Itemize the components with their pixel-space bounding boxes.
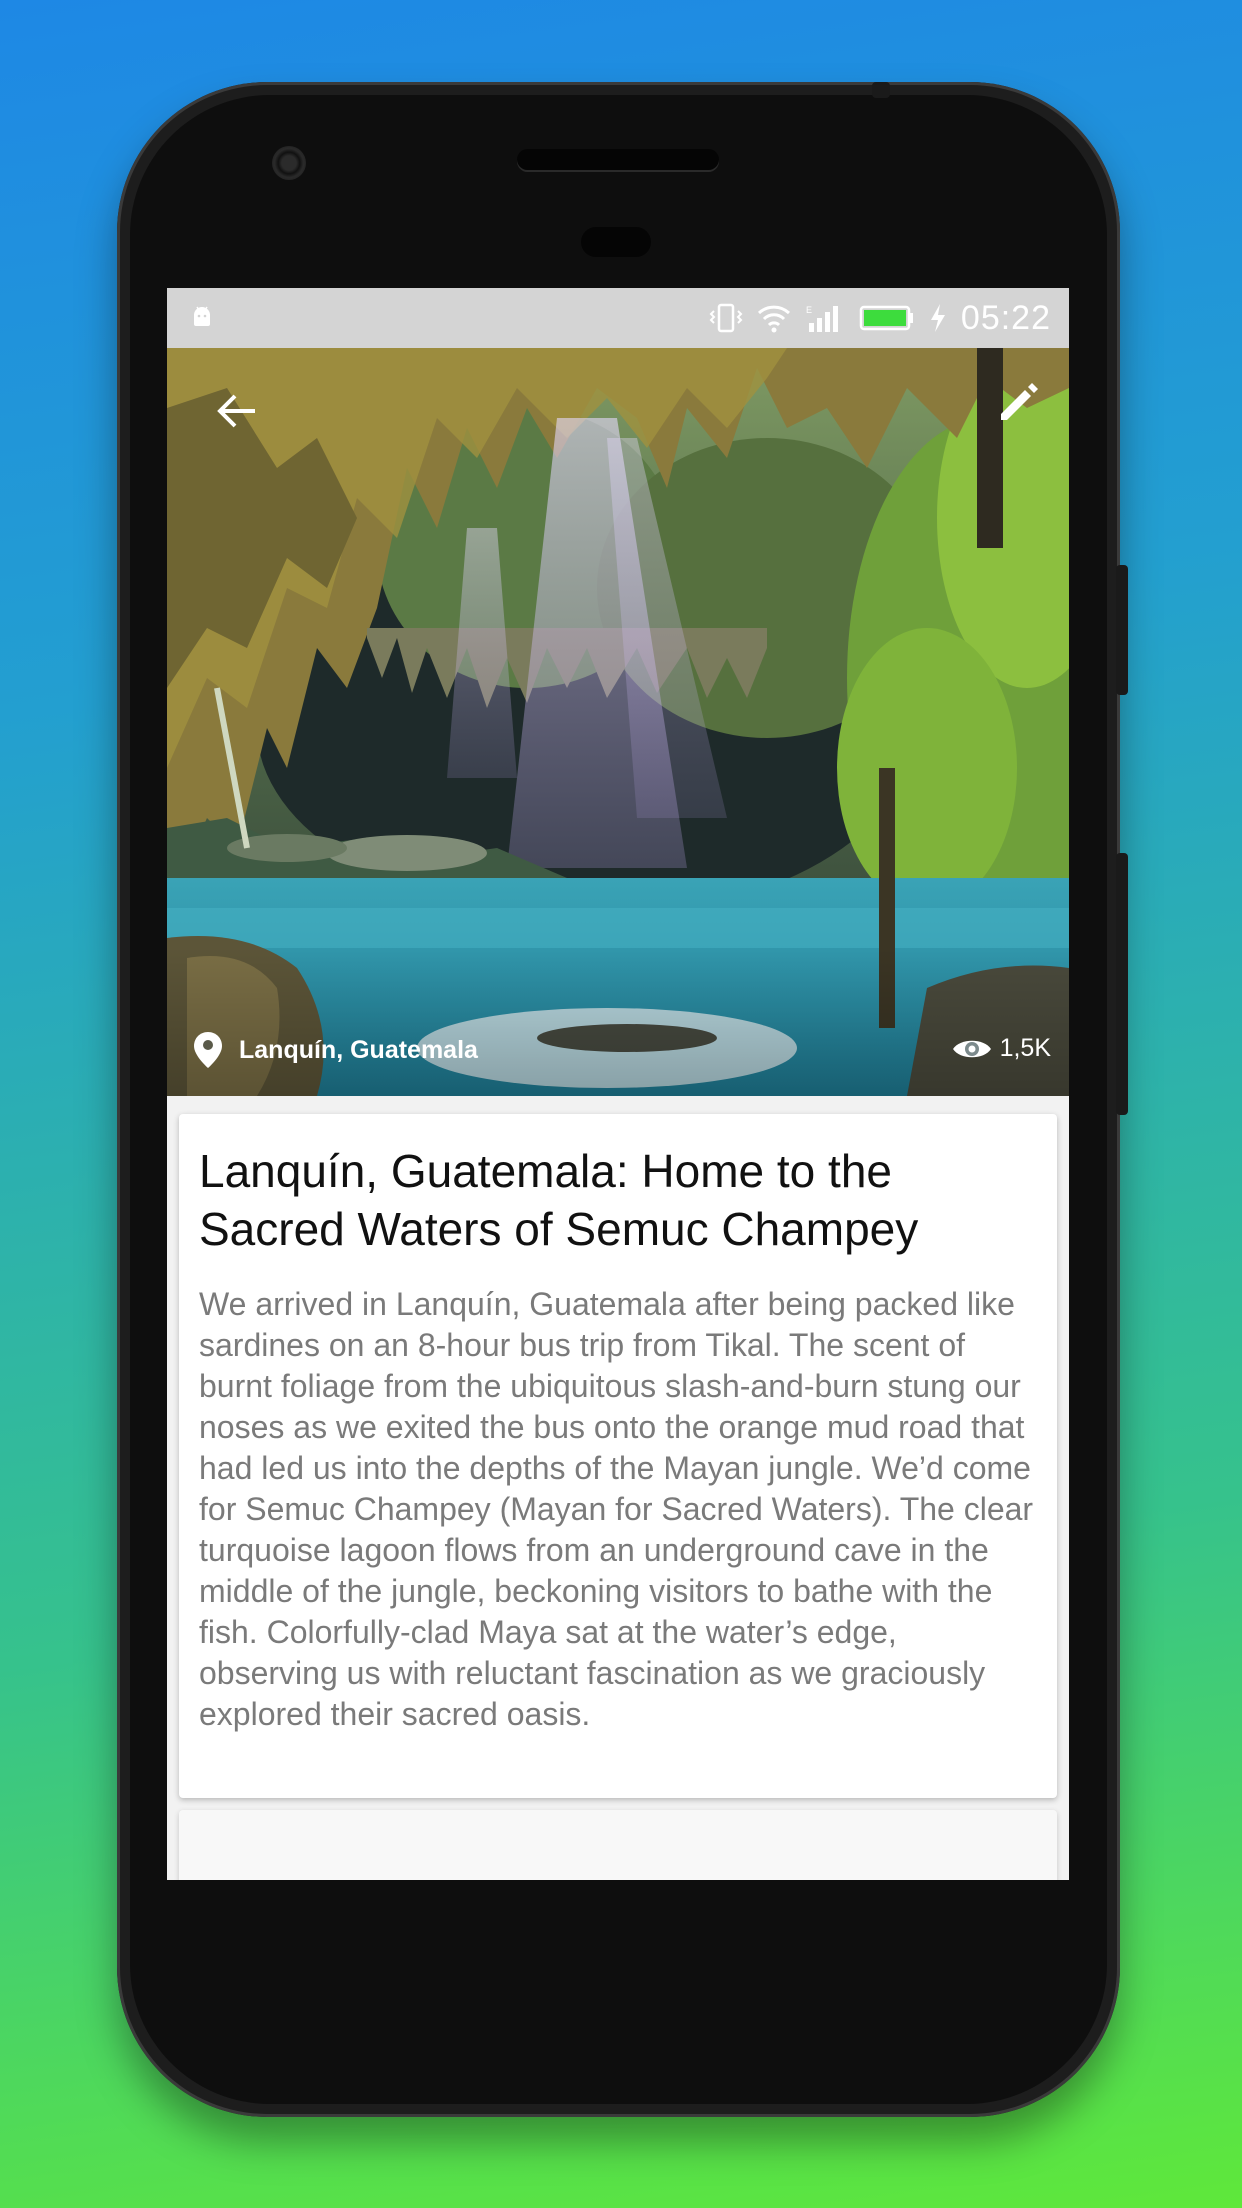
- power-button: [1116, 565, 1128, 695]
- views-count: 1,5K: [952, 1034, 1051, 1063]
- charging-icon: [930, 304, 945, 332]
- wifi-icon: [757, 305, 790, 333]
- location-caption: Lanquín, Guatemala: [193, 1031, 478, 1069]
- location-pin-icon: [194, 1032, 222, 1068]
- volume-button: [1116, 853, 1128, 1115]
- status-time: 05:22: [960, 298, 1051, 337]
- back-arrow-icon[interactable]: [213, 388, 259, 434]
- article-title: Lanquín, Guatemala: Home to the Sacred W…: [199, 1145, 919, 1255]
- earpiece-speaker: [517, 149, 719, 170]
- top-antenna-line: [872, 82, 890, 98]
- hero-image: Lanquín, Guatemala 1,5K: [167, 348, 1069, 1096]
- cave-waterfall-photo: [167, 348, 1069, 1096]
- views-label: 1,5K: [999, 1034, 1051, 1062]
- status-icons: E 05:22: [709, 298, 1051, 338]
- location-label: Lanquín, Guatemala: [239, 1035, 478, 1064]
- vibrate-icon: [709, 303, 743, 333]
- next-card-peek: [179, 1810, 1057, 1880]
- article-card: Lanquín, Guatemala: Home to the Sacred W…: [179, 1114, 1057, 1798]
- proximity-sensor: [581, 227, 651, 257]
- battery-icon: [859, 305, 913, 331]
- article-body: We arrived in Lanquín, Guatemala after b…: [199, 1286, 1034, 1732]
- front-camera: [272, 146, 306, 180]
- status-bar: E 05:22: [167, 288, 1069, 348]
- svg-text:E: E: [806, 305, 812, 315]
- eye-icon: [952, 1040, 991, 1057]
- android-notification-icon: [194, 306, 210, 326]
- signal-icon: E: [806, 305, 838, 332]
- app-screen: E 05:22 Lanquín, Guatemala 1,5K Lanquín,…: [167, 288, 1069, 1880]
- edit-pencil-icon[interactable]: [995, 378, 1043, 426]
